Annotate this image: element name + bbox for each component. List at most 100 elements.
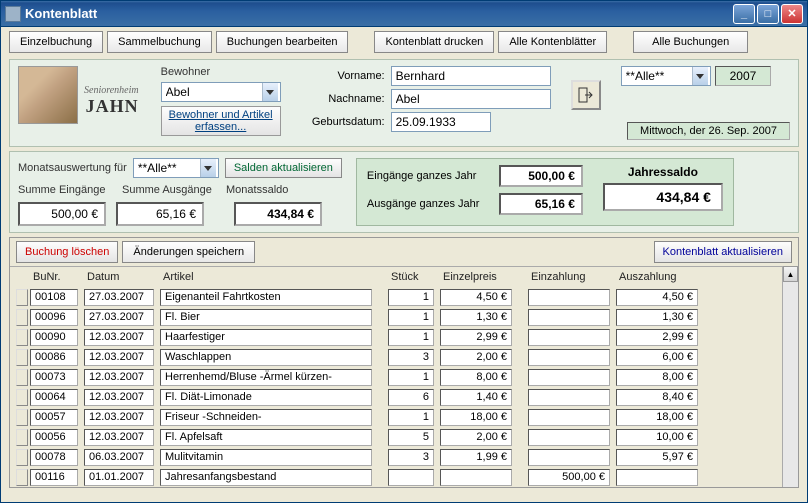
cell-datum[interactable]: 27.03.2007 [84, 309, 154, 326]
cell-stueck[interactable]: 1 [388, 329, 434, 346]
cell-einzelpreis[interactable]: 1,99 € [440, 449, 512, 466]
cell-bunr[interactable]: 00073 [30, 369, 78, 386]
cell-stueck[interactable]: 3 [388, 449, 434, 466]
tab-kontenblatt-drucken[interactable]: Kontenblatt drucken [374, 31, 494, 53]
table-row[interactable]: 0005712.03.2007Friseur -Schneiden-118,00… [16, 407, 792, 427]
cell-einzelpreis[interactable]: 1,30 € [440, 309, 512, 326]
cell-auszahlung[interactable]: 8,00 € [616, 369, 698, 386]
cell-artikel[interactable]: Waschlappen [160, 349, 372, 366]
cell-einzahlung[interactable] [528, 289, 610, 306]
bewohner-combo[interactable] [161, 82, 281, 102]
cell-einzahlung[interactable] [528, 309, 610, 326]
geburtsdatum-field[interactable] [391, 112, 491, 132]
row-handle[interactable] [16, 449, 28, 466]
exit-button[interactable] [571, 80, 601, 110]
cell-einzelpreis[interactable]: 4,50 € [440, 289, 512, 306]
tab-einzelbuchung[interactable]: Einzelbuchung [9, 31, 103, 53]
cell-stueck[interactable] [388, 469, 434, 486]
close-button[interactable]: ✕ [781, 4, 803, 24]
cell-einzelpreis[interactable]: 1,40 € [440, 389, 512, 406]
cell-bunr[interactable]: 00078 [30, 449, 78, 466]
cell-auszahlung[interactable]: 2,99 € [616, 329, 698, 346]
cell-artikel[interactable]: Fl. Bier [160, 309, 372, 326]
cell-einzahlung[interactable] [528, 349, 610, 366]
filter-combo[interactable] [621, 66, 711, 86]
row-handle[interactable] [16, 369, 28, 386]
row-handle[interactable] [16, 329, 28, 346]
minimize-button[interactable]: _ [733, 4, 755, 24]
cell-bunr[interactable]: 00064 [30, 389, 78, 406]
row-handle[interactable] [16, 389, 28, 406]
table-row[interactable]: 0009627.03.2007Fl. Bier11,30 €1,30 € [16, 307, 792, 327]
cell-einzahlung[interactable] [528, 449, 610, 466]
vorname-field[interactable] [391, 66, 551, 86]
nachname-field[interactable] [391, 89, 551, 109]
cell-einzahlung[interactable] [528, 329, 610, 346]
cell-einzelpreis[interactable]: 8,00 € [440, 369, 512, 386]
cell-einzahlung[interactable] [528, 369, 610, 386]
table-row[interactable]: 0010827.03.2007Eigenanteil Fahrtkosten14… [16, 287, 792, 307]
table-row[interactable]: 0011601.01.2007Jahresanfangsbestand500,0… [16, 467, 792, 487]
cell-datum[interactable]: 27.03.2007 [84, 289, 154, 306]
cell-auszahlung[interactable]: 10,00 € [616, 429, 698, 446]
cell-stueck[interactable]: 1 [388, 309, 434, 326]
cell-datum[interactable]: 06.03.2007 [84, 449, 154, 466]
cell-stueck[interactable]: 5 [388, 429, 434, 446]
chevron-down-icon[interactable] [200, 159, 216, 177]
cell-artikel[interactable]: Jahresanfangsbestand [160, 469, 372, 486]
cell-artikel[interactable]: Fl. Diät-Limonade [160, 389, 372, 406]
cell-stueck[interactable]: 1 [388, 369, 434, 386]
cell-auszahlung[interactable] [616, 469, 698, 486]
cell-einzelpreis[interactable]: 2,99 € [440, 329, 512, 346]
cell-einzahlung[interactable] [528, 409, 610, 426]
cell-auszahlung[interactable]: 6,00 € [616, 349, 698, 366]
salden-aktualisieren-button[interactable]: Salden aktualisieren [225, 158, 342, 178]
cell-auszahlung[interactable]: 5,97 € [616, 449, 698, 466]
cell-einzahlung[interactable]: 500,00 € [528, 469, 610, 486]
filter-input[interactable] [622, 67, 692, 85]
cell-datum[interactable]: 12.03.2007 [84, 409, 154, 426]
cell-einzelpreis[interactable]: 18,00 € [440, 409, 512, 426]
cell-einzahlung[interactable] [528, 429, 610, 446]
cell-artikel[interactable]: Eigenanteil Fahrtkosten [160, 289, 372, 306]
month-filter-combo[interactable] [133, 158, 219, 178]
cell-artikel[interactable]: Herrenhemd/Bluse -Ärmel kürzen- [160, 369, 372, 386]
cell-einzelpreis[interactable]: 2,00 € [440, 349, 512, 366]
scroll-up-icon[interactable]: ▲ [783, 266, 798, 282]
cell-bunr[interactable]: 00056 [30, 429, 78, 446]
cell-artikel[interactable]: Friseur -Schneiden- [160, 409, 372, 426]
cell-datum[interactable]: 12.03.2007 [84, 329, 154, 346]
cell-bunr[interactable]: 00090 [30, 329, 78, 346]
cell-stueck[interactable]: 3 [388, 349, 434, 366]
bewohner-input[interactable] [162, 83, 262, 101]
table-row[interactable]: 0005612.03.2007Fl. Apfelsaft52,00 €10,00… [16, 427, 792, 447]
cell-auszahlung[interactable]: 4,50 € [616, 289, 698, 306]
cell-datum[interactable]: 12.03.2007 [84, 389, 154, 406]
row-handle[interactable] [16, 469, 28, 486]
cell-einzelpreis[interactable] [440, 469, 512, 486]
maximize-button[interactable]: □ [757, 4, 779, 24]
row-handle[interactable] [16, 309, 28, 326]
cell-artikel[interactable]: Fl. Apfelsaft [160, 429, 372, 446]
table-row[interactable]: 00090 12.03.2007 Haarfestiger 1 2,99 € 2,99 € [16, 327, 792, 347]
cell-bunr[interactable]: 00108 [30, 289, 78, 306]
cell-artikel[interactable]: Mulitvitamin [160, 449, 372, 466]
tab-buchungen-bearbeiten[interactable]: Buchungen bearbeiten [216, 31, 349, 53]
cell-einzelpreis[interactable]: 2,00 € [440, 429, 512, 446]
cell-stueck[interactable]: 6 [388, 389, 434, 406]
buchung-loeschen-button[interactable]: Buchung löschen [16, 241, 118, 263]
cell-stueck[interactable]: 1 [388, 289, 434, 306]
cell-datum[interactable]: 12.03.2007 [84, 369, 154, 386]
aenderungen-speichern-button[interactable]: Änderungen speichern [122, 241, 255, 263]
cell-auszahlung[interactable]: 18,00 € [616, 409, 698, 426]
cell-datum[interactable]: 01.01.2007 [84, 469, 154, 486]
tab-sammelbuchung[interactable]: Sammelbuchung [107, 31, 212, 53]
cell-einzahlung[interactable] [528, 389, 610, 406]
cell-auszahlung[interactable]: 8,40 € [616, 389, 698, 406]
month-filter-input[interactable] [134, 159, 200, 177]
bewohner-erfassen-button[interactable]: Bewohner und Artikel erfassen... [161, 106, 281, 136]
cell-artikel[interactable]: Haarfestiger [160, 329, 372, 346]
cell-stueck[interactable]: 1 [388, 409, 434, 426]
cell-auszahlung[interactable]: 1,30 € [616, 309, 698, 326]
table-row[interactable]: 00078 06.03.2007 Mulitvitamin 3 1,99 € 5,97 € [16, 447, 792, 467]
